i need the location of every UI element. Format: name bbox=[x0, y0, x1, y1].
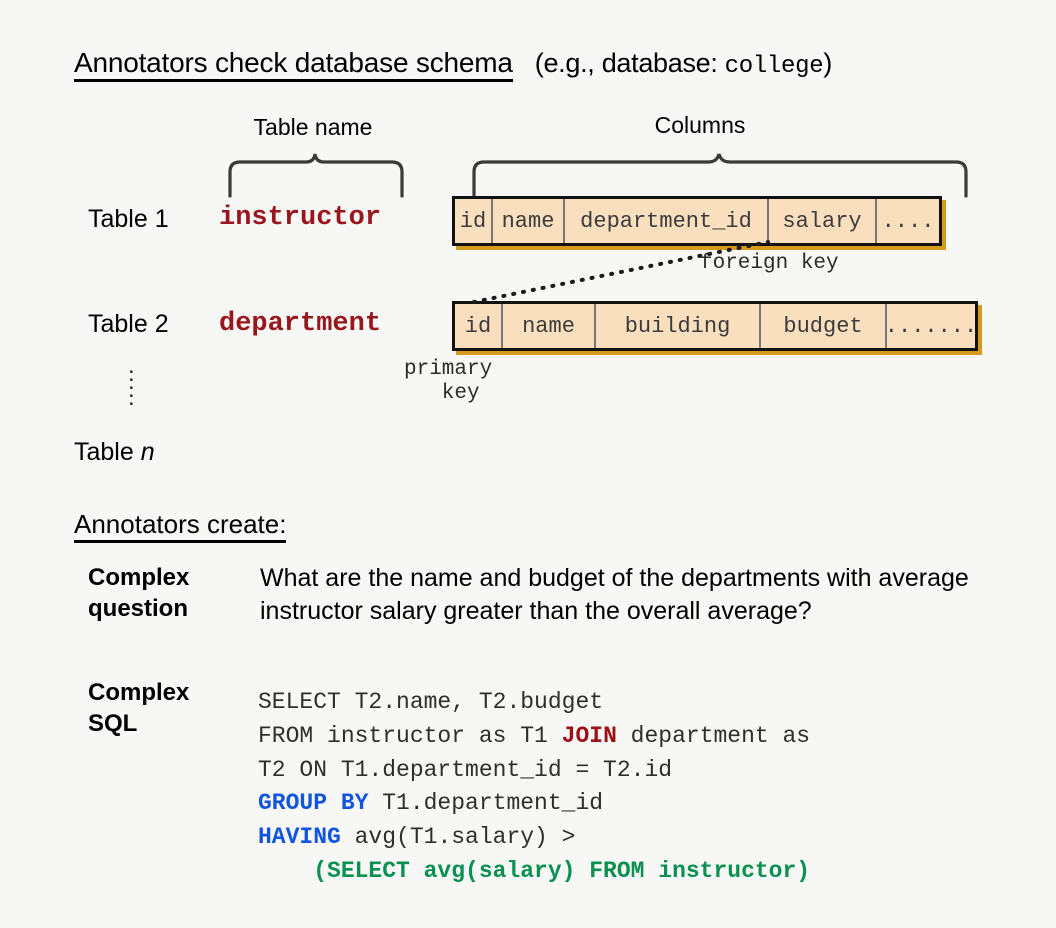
sql-line: T2 ON T1.department_id = T2.id bbox=[258, 754, 810, 788]
primary-key-annotation: primary key bbox=[404, 358, 493, 406]
table-n-index: n bbox=[140, 438, 155, 466]
sql-line: HAVING avg(T1.salary) > bbox=[258, 821, 810, 855]
table-name-department: department bbox=[219, 309, 382, 339]
sql-line: SELECT T2.name, T2.budget bbox=[258, 686, 810, 720]
column-cell[interactable]: building bbox=[596, 304, 761, 348]
sql-text: FROM instructor as T1 bbox=[258, 722, 562, 749]
sql-text: T1.department_id bbox=[368, 790, 604, 817]
annotators-create-heading: Annotators create: bbox=[74, 510, 287, 543]
row-label-table-2: Table 2 bbox=[88, 310, 169, 338]
complex-sql-label: Complex SQL bbox=[88, 679, 190, 737]
sql-line: GROUP BY T1.department_id bbox=[258, 787, 810, 821]
row-label-table-n: Table n bbox=[74, 438, 155, 467]
complex-question-text: What are the name and budget of the depa… bbox=[260, 564, 969, 625]
table-name-brace-icon bbox=[228, 153, 404, 198]
schema-table-department: id name building budget ....... bbox=[452, 301, 978, 351]
columns-brace-icon bbox=[472, 153, 968, 198]
sql-text: avg(T1.salary) > bbox=[340, 824, 576, 851]
slide-canvas: Annotators check database schema (e.g., … bbox=[0, 0, 1056, 928]
database-example-label: (e.g., database: college) bbox=[534, 48, 833, 80]
brace-label-table-name: Table name bbox=[253, 114, 373, 140]
sql-line: FROM instructor as T1 JOIN department as bbox=[258, 720, 810, 754]
column-cell[interactable]: name bbox=[503, 304, 596, 348]
foreign-key-annotation: foreign key bbox=[700, 252, 839, 275]
example-suffix: ) bbox=[823, 48, 833, 78]
page-title: Annotators check database schema bbox=[74, 48, 513, 83]
database-name: college bbox=[724, 53, 824, 80]
column-cell[interactable]: salary bbox=[769, 199, 877, 243]
column-cell[interactable]: id bbox=[455, 199, 493, 243]
sql-text: T2 ON T1.department_id = T2.id bbox=[258, 756, 673, 783]
complex-sql-code: SELECT T2.name, T2.budget FROM instructor… bbox=[258, 686, 810, 889]
table-name-instructor: instructor bbox=[219, 203, 382, 233]
sql-keyword: (SELECT avg(salary) FROM instructor) bbox=[258, 857, 811, 884]
sql-keyword: JOIN bbox=[561, 722, 617, 749]
column-cell[interactable]: id bbox=[455, 304, 503, 348]
column-cell[interactable]: name bbox=[493, 199, 565, 243]
column-cell[interactable]: budget bbox=[761, 304, 887, 348]
example-prefix: (e.g., database: bbox=[534, 48, 718, 78]
vertical-ellipsis-icon: . . . . . bbox=[128, 352, 135, 411]
sql-keyword: HAVING bbox=[258, 824, 341, 851]
column-cell[interactable]: department_id bbox=[565, 199, 769, 243]
schema-section-header: Annotators check database schema (e.g., … bbox=[74, 48, 833, 83]
brace-label-columns: Columns bbox=[654, 112, 746, 138]
sql-keyword: GROUP BY bbox=[258, 790, 369, 817]
table-n-prefix: Table bbox=[74, 438, 141, 466]
column-cell[interactable]: ....... bbox=[885, 304, 977, 348]
sql-line: (SELECT avg(salary) FROM instructor) bbox=[258, 855, 810, 889]
complex-question-label: Complex question bbox=[88, 564, 190, 622]
sql-text: SELECT T2.name, T2.budget bbox=[258, 689, 604, 715]
sql-text: department as bbox=[616, 722, 811, 749]
column-cell[interactable]: .... bbox=[877, 199, 939, 243]
row-label-table-1: Table 1 bbox=[88, 205, 169, 233]
